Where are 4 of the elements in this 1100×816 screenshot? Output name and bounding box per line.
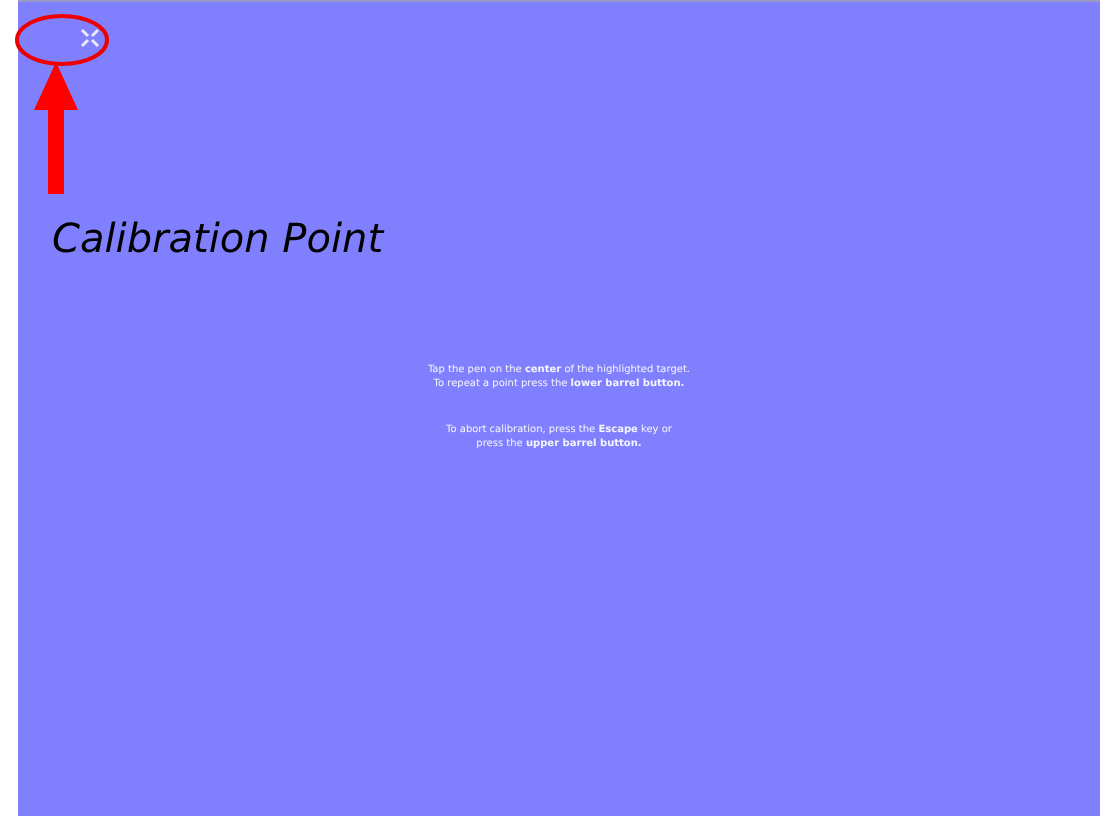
annotation-label: Calibration Point (52, 214, 384, 262)
target-icon[interactable] (80, 28, 100, 48)
highlight-ellipse (14, 12, 110, 68)
arrow-icon (34, 62, 78, 194)
